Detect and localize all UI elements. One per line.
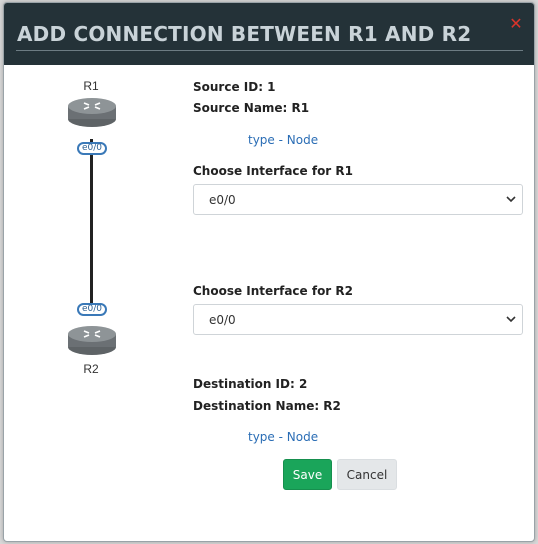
router-icon[interactable]	[67, 323, 117, 357]
close-icon[interactable]: ✕	[507, 15, 525, 33]
source-interface-label: Choose Interface for R1	[193, 164, 353, 178]
chevron-down-icon	[506, 316, 516, 323]
source-interface-badge: e0/0	[77, 142, 107, 155]
cancel-button[interactable]: Cancel	[337, 459, 397, 490]
source-interface-value: e0/0	[209, 193, 236, 207]
save-button[interactable]: Save	[283, 459, 332, 490]
router-icon[interactable]	[67, 95, 117, 129]
title-divider	[16, 50, 523, 51]
connection-link[interactable]	[90, 139, 93, 303]
dialog-header: ADD CONNECTION BETWEEN R1 AND R2 ✕	[4, 3, 534, 65]
source-type-link[interactable]: type - Node	[248, 133, 318, 147]
source-interface-select[interactable]: e0/0	[193, 184, 523, 215]
add-connection-dialog: ADD CONNECTION BETWEEN R1 AND R2 ✕ R1 e0…	[3, 2, 535, 542]
destination-interface-select[interactable]: e0/0	[193, 304, 523, 335]
destination-interface-label: Choose Interface for R2	[193, 284, 353, 298]
router-label-r2: R2	[83, 362, 99, 376]
destination-interface-value: e0/0	[209, 313, 236, 327]
router-label-r1: R1	[83, 79, 99, 93]
destination-id: Destination ID: 2	[193, 377, 308, 391]
source-name: Source Name: R1	[193, 101, 310, 115]
chevron-down-icon	[506, 196, 516, 203]
destination-name: Destination Name: R2	[193, 399, 341, 413]
connection-diagram: R1 e0/0 e0/0 R2	[4, 65, 184, 405]
source-id: Source ID: 1	[193, 80, 276, 94]
destination-type-link[interactable]: type - Node	[248, 430, 318, 444]
destination-interface-badge: e0/0	[77, 303, 107, 316]
dialog-title: ADD CONNECTION BETWEEN R1 AND R2	[17, 22, 472, 46]
